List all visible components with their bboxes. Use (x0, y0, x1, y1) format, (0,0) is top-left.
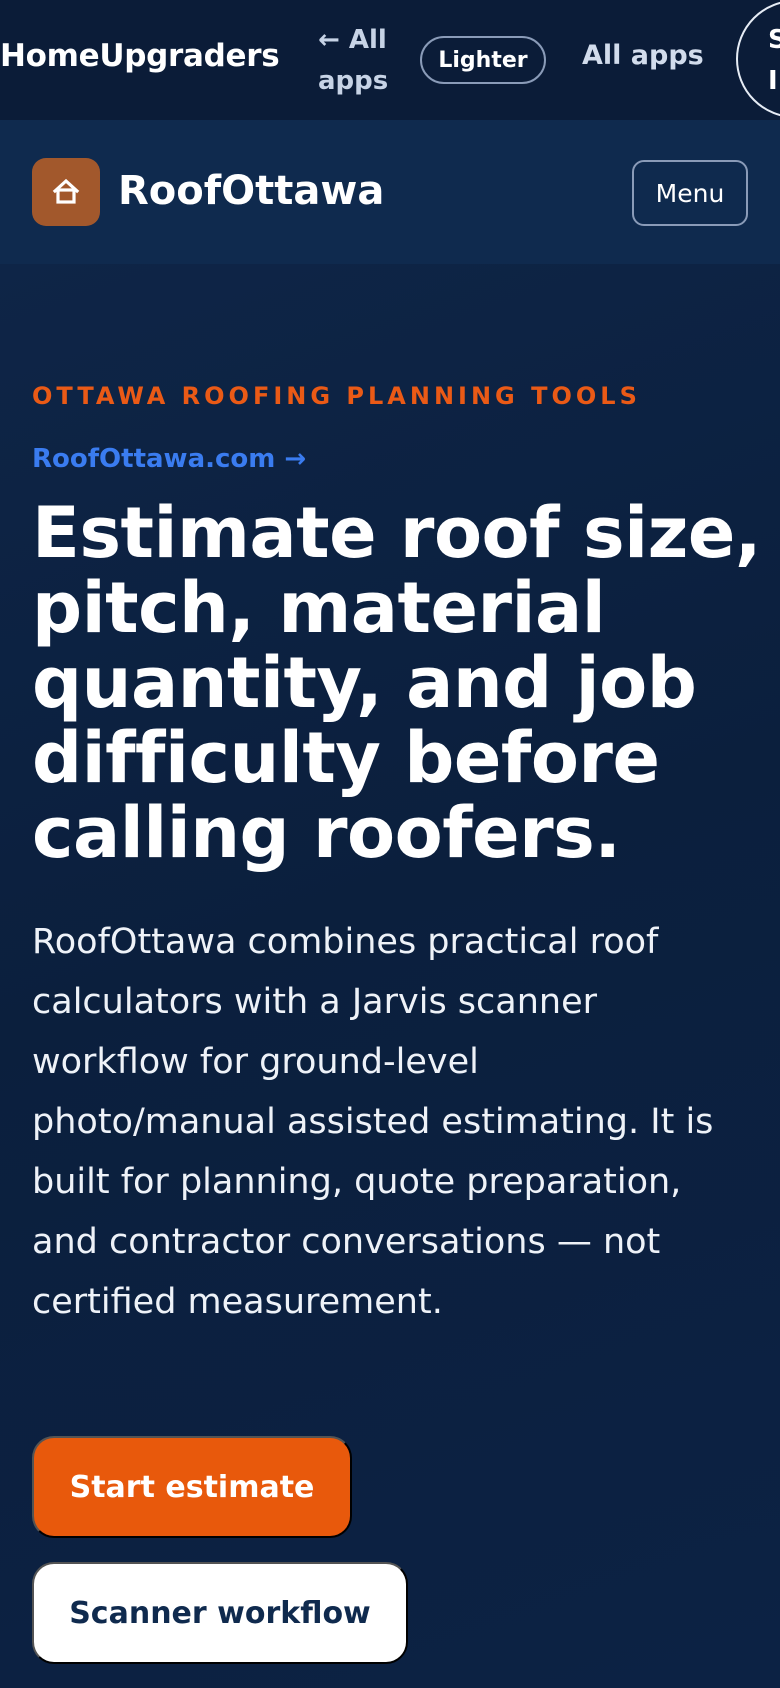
site-name[interactable]: RoofOttawa (118, 168, 384, 214)
hero-headline: Estimate roof size, pitch, material quan… (32, 492, 761, 874)
app-switcher-bar: HomeUpgraders ← All apps Lighter All app… (0, 0, 780, 120)
theme-toggle-button[interactable]: Lighter (420, 36, 546, 84)
menu-button[interactable]: Menu (632, 160, 748, 226)
sign-in-button[interactable]: S I (736, 0, 780, 118)
house-icon (52, 178, 80, 204)
domain-link[interactable]: RoofOttawa.com → (32, 444, 306, 474)
scanner-workflow-button[interactable]: Scanner workflow (32, 1562, 408, 1664)
homeupgraders-brand[interactable]: HomeUpgraders (0, 38, 280, 74)
site-logo[interactable] (32, 158, 100, 226)
start-estimate-button[interactable]: Start estimate (32, 1436, 352, 1538)
hero-section: OTTAWA ROOFING PLANNING TOOLS RoofOttawa… (0, 264, 780, 1688)
all-apps-link[interactable]: All apps (582, 40, 704, 71)
all-apps-back-link[interactable]: ← All apps (318, 20, 408, 102)
hero-description: RoofOttawa combines practical roof calcu… (32, 922, 714, 1322)
hero-eyebrow: OTTAWA ROOFING PLANNING TOOLS (32, 382, 641, 410)
site-header: RoofOttawa Menu (0, 120, 780, 264)
